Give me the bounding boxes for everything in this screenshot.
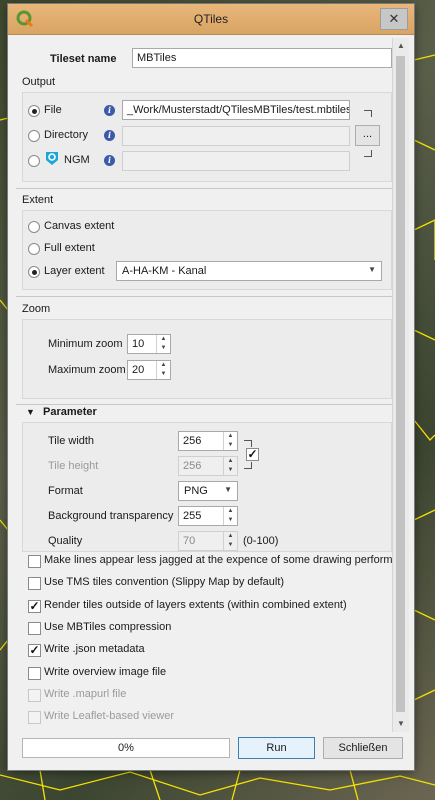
file-label: File bbox=[44, 104, 62, 116]
option-label: Use MBTiles compression bbox=[44, 620, 172, 633]
scrollbar-thumb[interactable] bbox=[396, 56, 405, 712]
spin-arrows-icon[interactable]: ▲ ▼ bbox=[223, 507, 237, 525]
ngm-radio[interactable] bbox=[28, 155, 40, 167]
dialog-content: Tileset name MBTiles Output File i _Work… bbox=[14, 38, 392, 732]
zoom-group bbox=[22, 319, 392, 399]
option-checkbox[interactable] bbox=[28, 666, 41, 680]
output-section-title: Output bbox=[22, 76, 56, 88]
quality-label: Quality bbox=[48, 535, 83, 547]
quality-value: 70 bbox=[183, 535, 196, 547]
title-bar: QTiles ✕ bbox=[8, 4, 414, 35]
full-extent-label: Full extent bbox=[44, 242, 95, 254]
parameter-section-title[interactable]: Parameter bbox=[43, 406, 97, 418]
bg-transparency-label: Background transparency bbox=[48, 510, 174, 522]
spin-arrows-icon[interactable]: ▲ ▼ bbox=[223, 457, 237, 475]
full-extent-radio[interactable] bbox=[28, 243, 40, 255]
separator bbox=[16, 296, 392, 297]
layer-select[interactable]: A-HA-KM - Kanal ▼ bbox=[116, 261, 382, 281]
close-window-button[interactable]: ✕ bbox=[380, 8, 408, 30]
option-label: Write overview image file bbox=[44, 665, 167, 678]
min-zoom-label: Minimum zoom bbox=[48, 338, 123, 350]
tileset-name-label: Tileset name bbox=[50, 53, 117, 65]
ngm-link-bracket bbox=[364, 150, 372, 157]
format-select[interactable]: PNG ▼ bbox=[178, 481, 238, 501]
directory-radio[interactable] bbox=[28, 130, 40, 142]
spin-arrows-icon[interactable]: ▲ ▼ bbox=[156, 361, 170, 379]
bg-transparency-value: 255 bbox=[183, 510, 202, 522]
vertical-scrollbar[interactable]: ▲ ▼ bbox=[392, 38, 409, 732]
min-zoom-value: 10 bbox=[132, 338, 145, 350]
option-checkbox[interactable] bbox=[28, 621, 41, 635]
option-label: Write .mapurl file bbox=[44, 687, 127, 700]
option-label: Make lines appear less jagged at the exp… bbox=[44, 554, 392, 566]
directory-label: Directory bbox=[44, 129, 89, 141]
option-checkbox[interactable]: ✓ bbox=[28, 599, 41, 613]
option-checkbox[interactable]: ✓ bbox=[28, 644, 41, 658]
canvas-extent-radio[interactable] bbox=[28, 221, 40, 233]
bg-transparency-spinbox[interactable]: 255 ▲ ▼ bbox=[178, 506, 238, 526]
zoom-section-title: Zoom bbox=[22, 303, 51, 315]
format-label: Format bbox=[48, 485, 83, 497]
scroll-down-icon[interactable]: ▼ bbox=[393, 716, 409, 732]
quality-spinbox[interactable]: 70 ▲ ▼ bbox=[178, 531, 238, 551]
tile-width-label: Tile width bbox=[48, 435, 95, 447]
tile-height-label: Tile height bbox=[48, 460, 99, 472]
file-radio[interactable] bbox=[28, 105, 40, 117]
option-checkbox[interactable] bbox=[28, 688, 41, 702]
lock-ratio-checkbox[interactable]: ✓ bbox=[246, 448, 259, 461]
max-zoom-spinbox[interactable]: 20 ▲ ▼ bbox=[127, 360, 171, 380]
chevron-down-icon: ▼ bbox=[368, 265, 376, 274]
collapse-triangle-icon[interactable]: ▼ bbox=[26, 407, 35, 417]
option-label: Write Leaflet-based viewer bbox=[44, 710, 175, 723]
tile-height-value: 256 bbox=[183, 460, 202, 472]
max-zoom-value: 20 bbox=[132, 364, 145, 376]
spin-arrows-icon[interactable]: ▲ ▼ bbox=[223, 532, 237, 550]
separator bbox=[16, 404, 392, 405]
tile-height-spinbox[interactable]: 256 ▲ ▼ bbox=[178, 456, 238, 476]
info-icon: i bbox=[104, 130, 115, 141]
layer-select-value: A-HA-KM - Kanal bbox=[122, 265, 207, 277]
window-title: QTiles bbox=[193, 12, 229, 26]
tile-width-spinbox[interactable]: 256 ▲ ▼ bbox=[178, 431, 238, 451]
separator bbox=[16, 188, 392, 189]
info-icon: i bbox=[104, 155, 115, 166]
quality-range-label: (0-100) bbox=[243, 535, 279, 547]
option-checkbox[interactable] bbox=[28, 577, 41, 591]
option-checkbox[interactable] bbox=[28, 711, 41, 725]
option-label: Render tiles outside of layers extents (… bbox=[44, 598, 347, 611]
ngm-label: NGM bbox=[64, 154, 90, 166]
browse-button[interactable]: ... bbox=[355, 125, 380, 146]
layer-extent-label: Layer extent bbox=[44, 265, 105, 277]
tileset-name-input[interactable]: MBTiles bbox=[132, 48, 392, 68]
option-checkbox[interactable] bbox=[28, 555, 41, 568]
min-zoom-spinbox[interactable]: 10 ▲ ▼ bbox=[127, 334, 171, 354]
extent-section-title: Extent bbox=[22, 194, 54, 206]
directory-path-input[interactable] bbox=[122, 126, 350, 146]
scroll-up-icon[interactable]: ▲ bbox=[393, 38, 409, 54]
max-zoom-label: Maximum zoom bbox=[48, 364, 126, 376]
format-select-value: PNG bbox=[184, 485, 208, 497]
close-button[interactable]: Schließen bbox=[323, 737, 403, 759]
layer-extent-radio[interactable] bbox=[28, 266, 40, 278]
lock-bracket-top bbox=[244, 440, 252, 447]
ngm-icon bbox=[46, 152, 58, 165]
run-button[interactable]: Run bbox=[238, 737, 315, 759]
option-label: Write .json metadata bbox=[44, 643, 145, 656]
info-icon: i bbox=[104, 105, 115, 116]
tile-width-value: 256 bbox=[183, 435, 202, 447]
chevron-down-icon: ▼ bbox=[224, 485, 232, 494]
canvas-extent-label: Canvas extent bbox=[44, 220, 115, 232]
spin-arrows-icon[interactable]: ▲ ▼ bbox=[156, 335, 170, 353]
option-label: Use TMS tiles convention (Slippy Map by … bbox=[44, 576, 285, 589]
file-path-input[interactable]: _Work/Musterstadt/QTilesMBTiles/test.mbt… bbox=[122, 100, 350, 120]
ngm-path-input[interactable] bbox=[122, 151, 350, 171]
spin-arrows-icon[interactable]: ▲ ▼ bbox=[223, 432, 237, 450]
qtiles-dialog: QTiles ✕ Tileset name MBTiles Output Fil… bbox=[8, 4, 414, 770]
file-link-bracket bbox=[364, 110, 372, 117]
progress-text: 0% bbox=[118, 742, 134, 754]
lock-bracket-bottom bbox=[244, 462, 252, 469]
progress-bar: 0% bbox=[22, 738, 230, 758]
